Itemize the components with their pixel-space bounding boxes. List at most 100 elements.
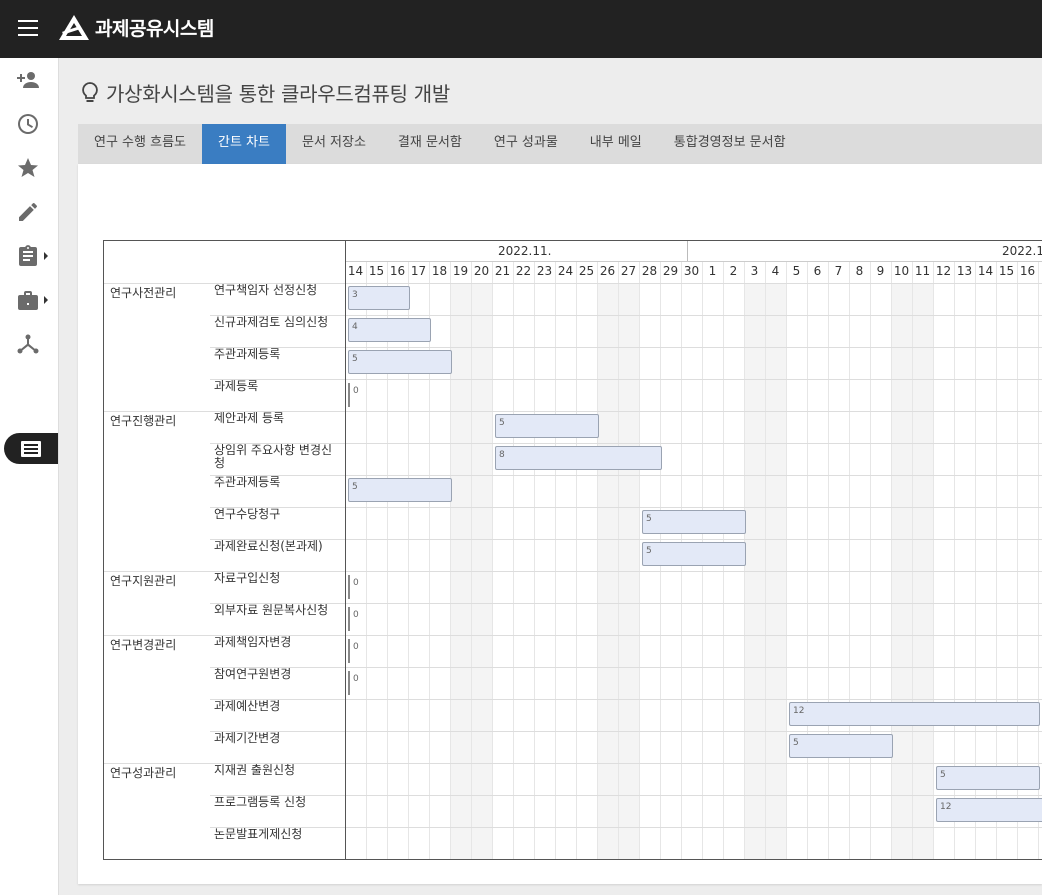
task-bar[interactable]: 5 <box>936 766 1040 790</box>
hierarchy-icon[interactable] <box>14 330 42 358</box>
task-label[interactable]: 주관과제등록 <box>214 476 342 489</box>
task-bar[interactable]: 5 <box>348 478 452 502</box>
task-label[interactable]: 연구수당청구 <box>214 508 342 521</box>
task-label[interactable]: 주관과제등록 <box>214 348 342 361</box>
clock-icon[interactable] <box>14 110 42 138</box>
tab-document-storage[interactable]: 문서 저장소 <box>286 124 382 164</box>
task-bar[interactable]: 8 <box>495 446 662 470</box>
grid-column-line <box>555 261 556 859</box>
task-bar[interactable]: 12 <box>789 702 1040 726</box>
group-label: 연구지원관리 <box>110 574 177 588</box>
task-bar[interactable]: 4 <box>348 318 431 342</box>
pencil-icon[interactable] <box>14 198 42 226</box>
task-label[interactable]: 과제예산변경 <box>214 700 342 713</box>
tab-approval-documents[interactable]: 결재 문서함 <box>382 124 478 164</box>
task-row-line <box>345 283 1042 284</box>
task-label[interactable]: 신규과제검토 심의신청 <box>214 316 342 329</box>
task-label[interactable]: 자료구입신청 <box>214 572 342 585</box>
task-label[interactable]: 상임위 주요사항 변경신청 <box>214 444 342 470</box>
grid-column-line <box>492 261 493 859</box>
grid-column-line <box>534 261 535 859</box>
task-row-line <box>104 763 345 764</box>
day-label: 14 <box>347 264 364 278</box>
header-divider <box>345 261 1042 262</box>
month-separator <box>687 241 688 261</box>
task-label[interactable]: 참여연구원변경 <box>214 668 342 681</box>
day-label: 2 <box>729 264 738 278</box>
task-row-line <box>345 667 1042 668</box>
task-label[interactable]: 연구책임자 선정신청 <box>214 284 342 297</box>
star-icon[interactable] <box>14 154 42 182</box>
day-label: 17 <box>410 264 427 278</box>
task-row-line <box>210 795 345 796</box>
task-bar[interactable]: 5 <box>642 510 746 534</box>
task-label[interactable]: 외부자료 원문복사신청 <box>214 604 342 617</box>
grid-column-line <box>933 261 934 859</box>
page-title: 가상화시스템을 통한 클라우드컴퓨팅 개발 <box>106 82 450 106</box>
task-row-line <box>210 379 345 380</box>
day-label: 16 <box>1019 264 1036 278</box>
task-row-line <box>210 667 345 668</box>
task-label[interactable]: 과제완료신청(본과제) <box>214 540 342 553</box>
tab-internal-mail[interactable]: 내부 메일 <box>574 124 658 164</box>
day-label: 23 <box>536 264 553 278</box>
task-bar[interactable]: 5 <box>642 542 746 566</box>
group-label: 연구사전관리 <box>110 286 177 300</box>
task-row-line <box>345 827 1042 828</box>
day-label: 3 <box>750 264 759 278</box>
task-bar-label: 5 <box>646 514 652 524</box>
grid-column-line <box>765 261 766 859</box>
tab-gantt-chart[interactable]: 간트 차트 <box>202 124 286 164</box>
caret-right-icon <box>44 296 48 304</box>
task-label[interactable]: 과제등록 <box>214 380 342 393</box>
task-bar[interactable] <box>348 383 350 407</box>
sidebar <box>0 58 59 895</box>
day-label: 10 <box>893 264 910 278</box>
caret-right-icon <box>44 252 48 260</box>
list-icon[interactable] <box>4 433 58 464</box>
task-bar-label: 5 <box>646 546 652 556</box>
task-bar-label: 12 <box>940 802 952 812</box>
task-bar[interactable] <box>348 671 350 695</box>
task-label[interactable]: 과제책임자변경 <box>214 636 342 649</box>
task-bar[interactable] <box>348 639 350 663</box>
task-row-line <box>210 827 345 828</box>
tab-research-flow[interactable]: 연구 수행 흐름도 <box>78 124 202 164</box>
task-bar[interactable]: 12 <box>936 798 1042 822</box>
task-bar[interactable]: 5 <box>348 350 452 374</box>
day-label: 29 <box>662 264 679 278</box>
task-label[interactable]: 제안과제 등록 <box>214 412 342 425</box>
day-label: 22 <box>515 264 532 278</box>
task-label[interactable]: 과제기간변경 <box>214 732 342 745</box>
add-user-icon[interactable] <box>14 66 42 94</box>
tab-research-outcomes[interactable]: 연구 성과물 <box>478 124 574 164</box>
task-label[interactable]: 지재권 출원신청 <box>214 764 342 777</box>
grid-column-line <box>912 261 913 859</box>
day-label: 28 <box>641 264 658 278</box>
day-label: 13 <box>956 264 973 278</box>
tab-integrated-management-docs[interactable]: 통합경영정보 문서함 <box>658 124 802 164</box>
task-label[interactable]: 논문발표게제신청 <box>214 828 342 841</box>
task-bar[interactable]: 3 <box>348 286 410 310</box>
day-label: 12 <box>935 264 952 278</box>
grid-column-line <box>576 261 577 859</box>
group-label: 연구성과관리 <box>110 766 177 780</box>
task-row-line <box>345 539 1042 540</box>
gantt-timeline: 2022.11. 2022.1 14 15 16 17 18 19 20 21 22 23 24 25 26… <box>345 241 1042 859</box>
task-bar[interactable] <box>348 575 350 599</box>
grid-column-line <box>618 261 619 859</box>
task-row-line <box>345 379 1042 380</box>
task-label[interactable]: 프로그램등록 신청 <box>214 796 342 809</box>
menu-icon[interactable] <box>18 20 38 36</box>
briefcase-icon[interactable] <box>14 286 48 314</box>
task-bar[interactable]: 5 <box>495 414 599 438</box>
task-row-line <box>210 443 345 444</box>
day-label: 18 <box>431 264 448 278</box>
day-label: 15 <box>368 264 385 278</box>
task-bar[interactable]: 5 <box>789 734 893 758</box>
day-label: 5 <box>792 264 801 278</box>
task-row-line <box>345 475 1042 476</box>
grid-column-line <box>513 261 514 859</box>
task-bar[interactable] <box>348 607 350 631</box>
clipboard-icon[interactable] <box>14 242 48 270</box>
